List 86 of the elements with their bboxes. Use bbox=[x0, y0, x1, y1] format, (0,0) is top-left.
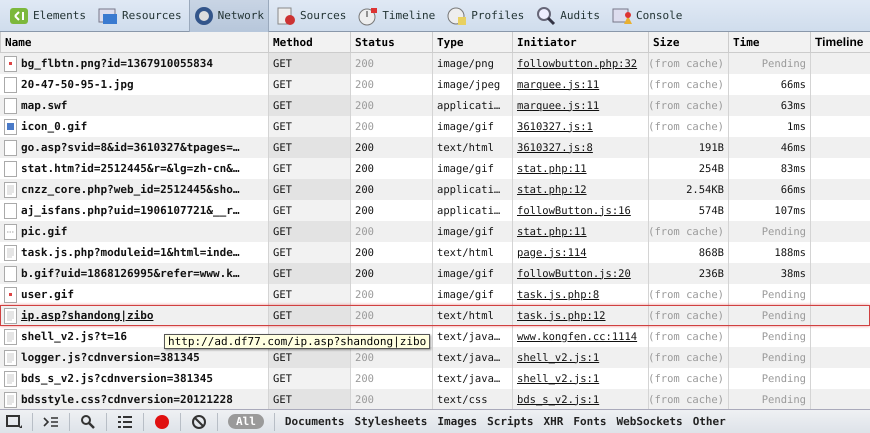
warning-icon bbox=[612, 6, 632, 26]
table-cell: GET bbox=[268, 305, 350, 326]
column-header[interactable]: Initiator bbox=[512, 32, 648, 52]
file-icon bbox=[4, 98, 17, 114]
table-cell: GET bbox=[268, 389, 350, 409]
table-cell: GET bbox=[268, 95, 350, 116]
table-cell: GET bbox=[268, 116, 350, 137]
file-name[interactable]: task.js.php?moduleid=1&html=inde… bbox=[21, 246, 240, 259]
panel-tab[interactable]: Console bbox=[607, 0, 688, 32]
table-cell: GET bbox=[268, 284, 350, 305]
table-cell: GET bbox=[268, 158, 350, 179]
filter-tab[interactable]: Images bbox=[437, 415, 478, 428]
file-name[interactable]: cnzz_core.php?web_id=2512445&sho… bbox=[21, 183, 240, 196]
table-cell: GET bbox=[268, 242, 350, 263]
filter-tab[interactable]: XHR bbox=[543, 415, 564, 428]
panel-tab[interactable]: Sources bbox=[270, 0, 352, 32]
table-cell: GET bbox=[268, 74, 350, 95]
column-header[interactable]: Name bbox=[0, 32, 268, 52]
filter-tab[interactable]: WebSockets bbox=[616, 415, 683, 428]
file-icon bbox=[4, 392, 17, 408]
file-icon bbox=[4, 224, 17, 240]
file-name[interactable]: aj_isfans.php?uid=1906107721&__r… bbox=[21, 204, 240, 217]
file-name[interactable]: bg_flbtn.png?id=1367910055834 bbox=[21, 57, 214, 70]
list-icon[interactable] bbox=[117, 414, 133, 430]
file-icon bbox=[4, 182, 17, 198]
file-name[interactable]: stat.htm?id=2512445&r=&lg=zh-cn&… bbox=[21, 162, 240, 175]
file-icon bbox=[4, 160, 17, 176]
document-icon bbox=[276, 6, 296, 26]
file-name[interactable]: bds_s_v2.js?cdnversion=381345 bbox=[21, 372, 214, 385]
file-icon bbox=[4, 370, 17, 386]
file-icon bbox=[4, 350, 17, 366]
folder-icon bbox=[98, 6, 118, 26]
file-name[interactable]: go.asp?svid=8&id=3610327&tpages=… bbox=[21, 141, 240, 154]
table-cell: GET bbox=[268, 137, 350, 158]
file-name[interactable]: user.gif bbox=[21, 288, 74, 301]
file-icon bbox=[4, 308, 17, 324]
panel-tab[interactable]: Profiles bbox=[442, 0, 530, 32]
file-name[interactable]: ip.asp?shandong|zibo bbox=[21, 309, 154, 322]
file-name[interactable]: pic.gif bbox=[21, 225, 68, 238]
search-icon[interactable] bbox=[80, 414, 96, 430]
file-name[interactable]: icon_0.gif bbox=[21, 120, 88, 133]
filter-tab[interactable]: Fonts bbox=[573, 415, 606, 428]
panel-tab[interactable]: Timeline bbox=[353, 0, 440, 32]
column-header[interactable]: Method bbox=[268, 32, 350, 52]
file-name[interactable]: map.swf bbox=[21, 99, 68, 112]
file-icon bbox=[4, 140, 17, 156]
filter-tab[interactable]: Other bbox=[692, 415, 726, 428]
file-icon bbox=[4, 328, 17, 344]
file-name[interactable]: 20-47-50-95-1.jpg bbox=[21, 78, 134, 91]
table-cell: GET bbox=[268, 200, 350, 221]
filter-tab[interactable]: Documents bbox=[284, 415, 344, 428]
selected-row[interactable]: ip.asp?shandong|zibo GET 200 text/html task.js.php:12 (from cache) Pending bbox=[0, 305, 870, 326]
file-icon bbox=[4, 244, 17, 260]
magnifier-icon bbox=[536, 6, 556, 26]
column-header[interactable]: Time bbox=[728, 32, 810, 52]
dock-icon[interactable] bbox=[6, 414, 22, 430]
table-cell: GET bbox=[268, 368, 350, 389]
file-name[interactable]: bdsstyle.css?cdnversion=20121228 bbox=[21, 393, 233, 406]
table-cell: GET bbox=[268, 221, 350, 242]
table-cell: GET bbox=[268, 263, 350, 284]
code-icon bbox=[9, 6, 29, 26]
file-icon bbox=[4, 56, 17, 72]
tooltip: http://ad.df77.com/ip.asp?shandong|zibo bbox=[164, 334, 430, 349]
stopwatch-icon bbox=[358, 6, 378, 26]
table-cell: GET bbox=[268, 53, 350, 74]
clear-icon[interactable] bbox=[191, 414, 207, 430]
table-cell: GET bbox=[268, 179, 350, 200]
file-name[interactable]: logger.js?cdnversion=381345 bbox=[21, 351, 200, 364]
file-icon bbox=[4, 118, 17, 134]
file-icon bbox=[4, 266, 17, 282]
record-icon[interactable] bbox=[154, 414, 170, 430]
file-icon bbox=[4, 76, 17, 92]
panel-tab[interactable]: Network bbox=[188, 0, 269, 32]
file-icon bbox=[4, 202, 17, 218]
filter-tab[interactable]: Scripts bbox=[487, 415, 534, 428]
filter-tab[interactable]: Stylesheets bbox=[354, 415, 428, 428]
column-header[interactable]: Type bbox=[432, 32, 512, 52]
column-header[interactable]: Timeline bbox=[810, 32, 870, 52]
file-name[interactable]: b.gif?uid=1868126995&refer=www.k… bbox=[21, 267, 240, 280]
column-header[interactable]: Size bbox=[648, 32, 728, 52]
panel-tab[interactable]: Elements bbox=[4, 0, 91, 32]
column-header[interactable]: Status bbox=[350, 32, 432, 52]
file-name[interactable]: shell_v2.js?t=16 bbox=[21, 330, 127, 343]
panel-tab[interactable]: Audits bbox=[531, 0, 606, 32]
file-icon bbox=[4, 286, 17, 302]
panel-tab[interactable]: Resources bbox=[92, 0, 187, 32]
